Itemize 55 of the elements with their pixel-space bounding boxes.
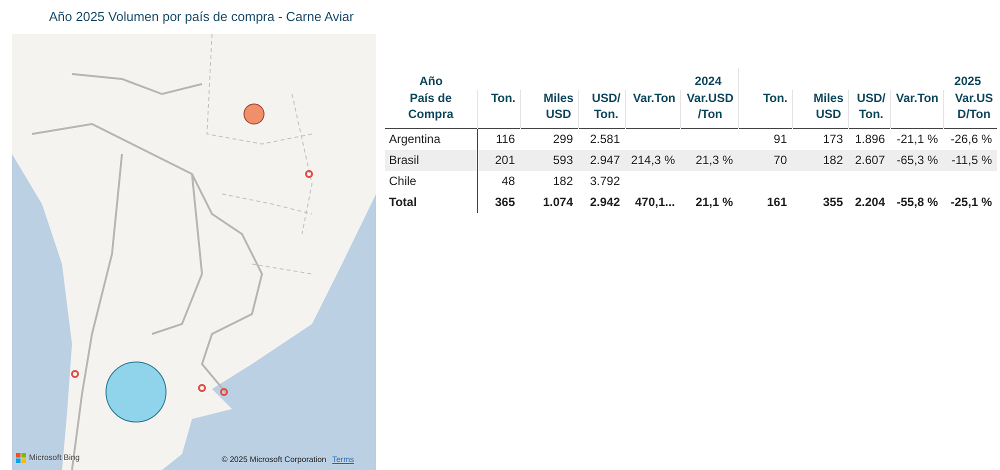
total-cell-text: 21,1 % (694, 194, 734, 211)
table-cell: 593 (520, 150, 578, 170)
table-cell: 173 (792, 128, 848, 150)
country-cell: Chile (385, 170, 477, 192)
total-cell-text: 2.942 (588, 194, 621, 211)
table-cell: -11,5 % (943, 150, 997, 170)
year-header: 2025 (954, 74, 981, 88)
table-cell: 70 (738, 150, 792, 170)
column-header: Ton. (491, 90, 516, 106)
column-header: Var.Ton (633, 90, 676, 106)
table-cell: 201 (477, 150, 520, 170)
column-header: Miles USD (543, 90, 574, 122)
terms-link[interactable]: Terms (332, 454, 354, 466)
column-header: Var.US D/Ton (954, 90, 993, 122)
table-cell: 21,3 % (680, 150, 738, 170)
table-cell: 1.896 (848, 128, 890, 150)
table-cell: 182 (792, 150, 848, 170)
table-cell: -21,1 % (890, 128, 943, 150)
table-cell: 116 (477, 128, 520, 150)
total-cell-text: 355 (822, 194, 844, 211)
total-cell: 365 (477, 192, 520, 212)
column-header: Var.USD /Ton (686, 90, 734, 122)
country-cell: Brasil (385, 150, 477, 170)
table-cell: 2.947 (578, 150, 625, 170)
map-provider-label: Microsoft Bing (29, 452, 80, 464)
year-header: 2024 (694, 74, 722, 88)
table-cell: 2.581 (578, 128, 625, 150)
column-header: USD/ Ton. (592, 90, 620, 122)
total-label: Total (385, 192, 477, 212)
table-cell: 2.607 (848, 150, 890, 170)
header-label: País de Compra (407, 90, 454, 122)
total-cell-text: -55,8 % (896, 194, 939, 211)
table-cell: 214,3 % (625, 150, 680, 170)
table-cell: -26,6 % (943, 128, 997, 150)
column-header: Var.Ton (896, 90, 938, 106)
table-cell: 3.792 (578, 170, 625, 192)
table-cell: 48 (477, 170, 520, 192)
table-cell: -65,3 % (890, 150, 943, 170)
header-label: Año (419, 74, 443, 88)
chart-title: Año 2025 Volumen por país de compra - Carne Aviar (49, 8, 354, 26)
column-header: USD/ Ton. (856, 90, 886, 122)
column-header: Ton. (763, 90, 788, 106)
total-cell-text: 470,1... (634, 194, 676, 211)
total-cell-text: 2.204 (854, 194, 886, 211)
table-cell: 182 (520, 170, 578, 192)
column-header: Miles USD (813, 90, 844, 122)
data-bubble[interactable] (106, 362, 166, 422)
total-cell-text: 161 (766, 194, 788, 211)
copyright-text: © 2025 Microsoft Corporation (222, 454, 326, 466)
total-cell-text: 1.074 (542, 194, 574, 211)
total-cell-text: -25,1 % (950, 194, 993, 211)
table-cell: 91 (738, 128, 792, 150)
windows-logo-icon (16, 453, 26, 463)
table-cell: 299 (520, 128, 578, 150)
data-bubble[interactable] (244, 104, 264, 124)
